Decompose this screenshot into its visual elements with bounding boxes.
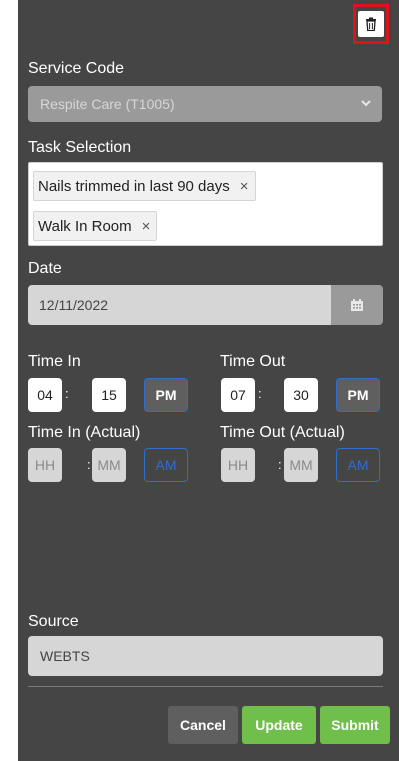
- service-code-value: Respite Care (T1005): [40, 96, 175, 112]
- time-separator: :: [258, 386, 262, 401]
- source-label: Source: [28, 613, 79, 630]
- source-field: WEBTS: [28, 636, 383, 676]
- time-out-label: Time Out: [220, 353, 286, 370]
- service-code-select[interactable]: Respite Care (T1005): [28, 86, 382, 122]
- cancel-button[interactable]: Cancel: [168, 706, 238, 744]
- footer-divider: [28, 686, 383, 687]
- update-button[interactable]: Update: [242, 706, 316, 744]
- time-out-minute-input[interactable]: 30: [284, 378, 318, 412]
- chevron-down-icon: [361, 100, 371, 107]
- task-selection-label: Task Selection: [28, 139, 132, 156]
- remove-tag-icon[interactable]: ×: [240, 178, 249, 195]
- remove-tag-icon[interactable]: ×: [142, 218, 151, 235]
- calendar-icon: [351, 299, 363, 311]
- visit-form-panel: Service Code Respite Care (T1005) Task S…: [18, 0, 399, 761]
- time-in-actual-ampm-toggle[interactable]: AM: [144, 448, 188, 482]
- task-tag: Walk In Room ×: [33, 211, 158, 241]
- date-label: Date: [28, 260, 62, 277]
- time-in-actual-label: Time In (Actual): [28, 424, 141, 441]
- delete-button[interactable]: [358, 11, 384, 37]
- time-out-actual-minute-input[interactable]: MM: [284, 448, 318, 482]
- trash-icon: [366, 17, 376, 31]
- time-out-actual-ampm-toggle[interactable]: AM: [336, 448, 380, 482]
- submit-button[interactable]: Submit: [320, 706, 390, 744]
- calendar-button[interactable]: [331, 285, 383, 325]
- time-out-actual-label: Time Out (Actual): [220, 424, 345, 441]
- date-input[interactable]: 12/11/2022: [28, 285, 331, 325]
- time-in-hour-input[interactable]: 04: [28, 378, 62, 412]
- service-code-label: Service Code: [28, 60, 125, 77]
- time-separator: :: [65, 386, 69, 401]
- task-tag-label: Nails trimmed in last 90 days: [38, 177, 230, 195]
- time-in-actual-minute-input[interactable]: MM: [92, 448, 126, 482]
- time-in-label: Time In: [28, 353, 81, 370]
- task-selection-input[interactable]: Nails trimmed in last 90 days × Walk In …: [28, 162, 383, 246]
- task-tag-label: Walk In Room: [38, 217, 132, 235]
- time-out-actual-hour-input[interactable]: HH: [221, 448, 255, 482]
- time-separator: :: [278, 457, 282, 472]
- time-in-minute-input[interactable]: 15: [92, 378, 126, 412]
- time-in-actual-hour-input[interactable]: HH: [28, 448, 62, 482]
- time-out-ampm-toggle[interactable]: PM: [336, 378, 380, 412]
- delete-highlight: [353, 4, 389, 44]
- time-out-hour-input[interactable]: 07: [221, 378, 255, 412]
- time-separator: :: [87, 457, 91, 472]
- time-in-ampm-toggle[interactable]: PM: [144, 378, 188, 412]
- task-tag: Nails trimmed in last 90 days ×: [33, 171, 256, 201]
